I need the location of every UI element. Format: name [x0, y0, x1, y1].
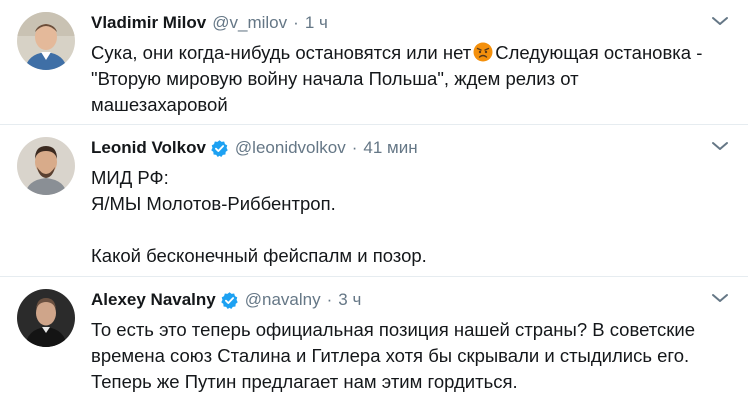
separator: ·: [293, 13, 299, 32]
tweet-text-line: Какой бесконечный фейспалм и позор.: [91, 245, 427, 266]
tweet[interactable]: Vladimir Milov @v_milov · 1 ч Сука, они …: [0, 0, 748, 125]
tweet-text-line: МИД РФ:: [91, 167, 169, 188]
tweet-text-line: Я/МЫ Молотов-Риббентроп.: [91, 193, 336, 214]
tweet-text-line: "Вторую мировую войну начала Польша", жд…: [91, 68, 579, 89]
tweet-text-line: времена союз Сталина и Гитлера хотя бы с…: [91, 345, 690, 366]
chevron-down-icon[interactable]: [710, 14, 730, 28]
paragraph-break: [91, 217, 728, 243]
tweet-text-line: Сука, они когда-нибудь остановятся или н…: [91, 42, 472, 63]
timestamp[interactable]: 1 ч: [305, 13, 328, 33]
author-handle[interactable]: @navalny: [245, 290, 321, 310]
timestamp[interactable]: 41 мин: [363, 138, 417, 158]
separator: ·: [351, 138, 358, 157]
tweet-text: МИД РФ: Я/МЫ Молотов-Риббентроп. Какой б…: [91, 165, 728, 269]
timestamp[interactable]: 3 ч: [338, 290, 361, 310]
chevron-down-icon[interactable]: [710, 291, 730, 305]
tweet[interactable]: Leonid Volkov @leonidvolkov · 41 мин МИД…: [0, 125, 748, 277]
author-name[interactable]: Vladimir Milov: [91, 13, 206, 33]
separator: ·: [326, 290, 333, 309]
tweet-text-line: машезахаровой: [91, 94, 228, 115]
author-name[interactable]: Alexey Navalny: [91, 290, 216, 310]
tweet-text: Сука, они когда-нибудь остановятся или н…: [91, 40, 728, 118]
tweet-text: То есть это теперь официальная позиция н…: [91, 317, 728, 395]
avatar[interactable]: [17, 12, 75, 70]
chevron-down-icon[interactable]: [710, 139, 730, 153]
author-handle[interactable]: @v_milov: [212, 13, 287, 33]
tweet-text-line: Следующая остановка -: [495, 42, 703, 63]
author-name[interactable]: Leonid Volkov: [91, 138, 206, 158]
avatar[interactable]: [17, 289, 75, 347]
angry-face-emoji-icon: [473, 42, 493, 62]
avatar[interactable]: [17, 137, 75, 195]
author-handle[interactable]: @leonidvolkov: [235, 138, 346, 158]
verified-badge-icon: [220, 291, 239, 310]
tweet-text-line: То есть это теперь официальная позиция н…: [91, 319, 695, 340]
tweet[interactable]: Alexey Navalny @navalny · 3 ч То есть эт…: [0, 277, 748, 418]
tweet-text-line: Теперь же Путин предлагает нам этим горд…: [91, 371, 518, 392]
verified-badge-icon: [210, 139, 229, 158]
